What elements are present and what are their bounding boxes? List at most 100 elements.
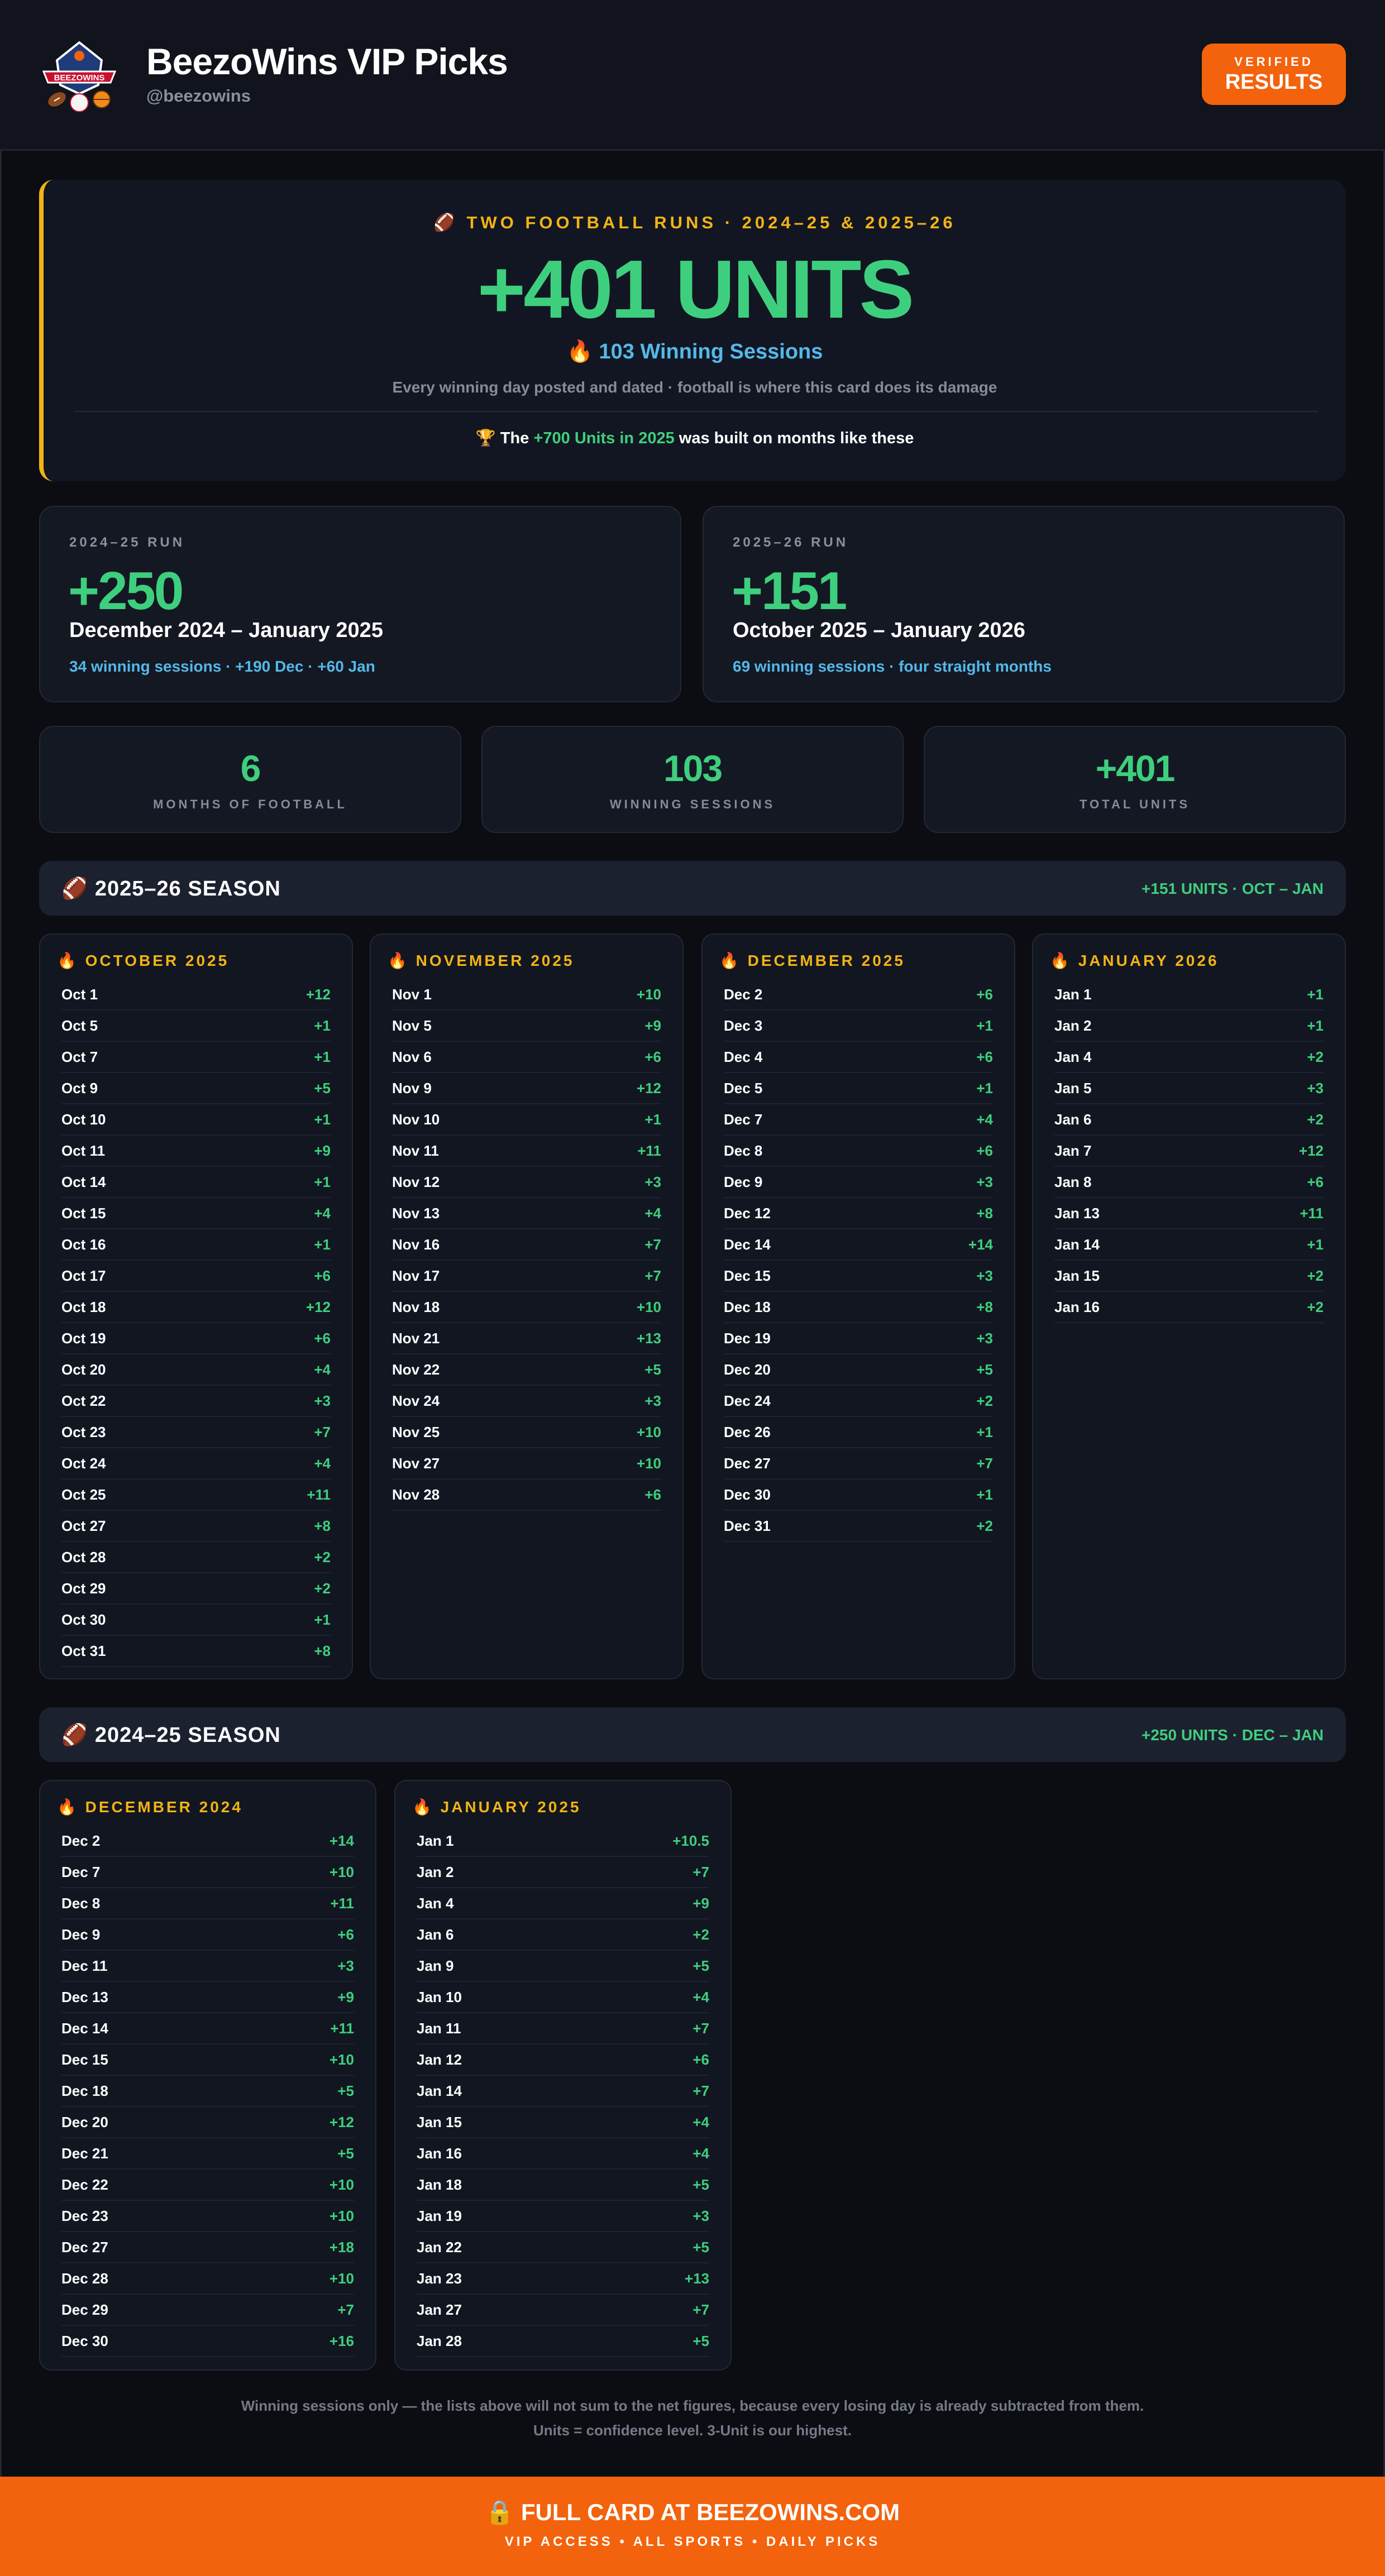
day-row: Jan 6 +2 — [417, 1919, 709, 1951]
day-list: Nov 1 +10 Nov 5 +9 Nov 6 +6 Nov 9 +12 Nov 10 +1 No… — [392, 979, 661, 1511]
day-units: +10 — [329, 2207, 354, 2224]
day-units: +5 — [692, 1957, 709, 1974]
hero-total-units: +401 UNITS — [477, 243, 914, 336]
month-title: 🔥 JANUARY 2026 — [1050, 952, 1219, 969]
day-date: Oct 10 — [61, 1110, 106, 1128]
day-row: Oct 31 +8 — [61, 1636, 331, 1667]
day-date: Dec 8 — [724, 1142, 763, 1159]
day-row: Nov 13 +4 — [392, 1198, 661, 1229]
day-date: Dec 28 — [61, 2269, 108, 2287]
day-units: +10 — [329, 2051, 354, 2068]
day-row: Dec 24 +2 — [724, 1386, 993, 1417]
month-title: 🔥 DECEMBER 2024 — [57, 1798, 243, 1816]
day-date: Oct 24 — [61, 1454, 106, 1472]
day-units: +4 — [644, 1204, 661, 1222]
day-units: +1 — [314, 1110, 331, 1128]
day-row: Jan 8 +6 — [1054, 1167, 1324, 1198]
day-row: Oct 28 +2 — [61, 1542, 331, 1573]
day-row: Jan 16 +4 — [417, 2138, 709, 2170]
day-date: Dec 27 — [724, 1454, 771, 1472]
day-units: +1 — [314, 1017, 331, 1034]
day-row: Oct 7 +1 — [61, 1042, 331, 1073]
day-row: Oct 11 +9 — [61, 1136, 331, 1167]
day-units: +1 — [976, 1017, 993, 1034]
day-date: Oct 7 — [61, 1048, 98, 1065]
day-date: Jan 9 — [417, 1957, 454, 1974]
disclaimer-note: Winning sessions only — the lists above … — [241, 2397, 1144, 2414]
day-date: Nov 1 — [392, 985, 432, 1003]
day-units: +11 — [1300, 1204, 1324, 1222]
day-row: Jan 9 +5 — [417, 1951, 709, 1982]
day-units: +4 — [692, 2144, 709, 2162]
day-units: +7 — [644, 1267, 661, 1284]
day-date: Jan 22 — [417, 2238, 462, 2256]
day-units: +6 — [337, 1926, 354, 1943]
day-list: Oct 1 +12 Oct 5 +1 Oct 7 +1 Oct 9 +5 Oct 10 +1 Oct… — [61, 979, 331, 1667]
day-units: +6 — [976, 985, 993, 1003]
day-row: Dec 7 +10 — [61, 1857, 354, 1888]
day-date: Nov 22 — [392, 1361, 440, 1378]
day-date: Dec 4 — [724, 1048, 763, 1065]
day-row: Nov 24 +3 — [392, 1386, 661, 1417]
day-date: Dec 29 — [61, 2301, 108, 2318]
day-date: Jan 28 — [417, 2332, 462, 2349]
day-date: Jan 16 — [417, 2144, 462, 2162]
day-row: Dec 28 +10 — [61, 2263, 354, 2295]
month-card-november-2025: 🔥 NOVEMBER 2025 Nov 1 +10 Nov 5 +9 Nov 6 +6 No… — [370, 933, 684, 1679]
day-date: Oct 20 — [61, 1361, 106, 1378]
day-date: Dec 7 — [724, 1110, 763, 1128]
day-date: Dec 9 — [61, 1926, 101, 1943]
run-units: +151 — [732, 561, 847, 621]
day-units: +1 — [644, 1110, 661, 1128]
day-row: Jan 23 +13 — [417, 2263, 709, 2295]
day-units: +12 — [329, 2113, 354, 2130]
day-units: +1 — [314, 1048, 331, 1065]
day-date: Oct 15 — [61, 1204, 106, 1222]
day-row: Oct 14 +1 — [61, 1167, 331, 1198]
day-units: +2 — [1307, 1048, 1324, 1065]
day-date: Oct 25 — [61, 1486, 106, 1503]
day-row: Jan 7 +12 — [1054, 1136, 1324, 1167]
day-units: +14 — [968, 1236, 993, 1253]
day-units: +18 — [329, 2238, 354, 2256]
footer-cta-banner[interactable]: 🔒 FULL CARD AT BEEZOWINS.COM VIP ACCESS … — [0, 2477, 1385, 2576]
run-card-2025-26: 2025–26 RUN +151 October 2025 – January … — [703, 506, 1345, 702]
stat-value: +401 — [1095, 748, 1176, 789]
day-row: Oct 1 +12 — [61, 979, 331, 1011]
day-row: Nov 6 +6 — [392, 1042, 661, 1073]
day-date: Jan 14 — [1054, 1236, 1100, 1253]
day-units: +12 — [305, 985, 331, 1003]
day-units: +3 — [314, 1392, 331, 1409]
footer-cta-link[interactable]: 🔒 FULL CARD AT BEEZOWINS.COM — [0, 2499, 1385, 2526]
day-row: Nov 21 +13 — [392, 1323, 661, 1354]
day-date: Jan 23 — [417, 2269, 462, 2287]
day-row: Oct 24 +4 — [61, 1448, 331, 1479]
day-date: Jan 7 — [1054, 1142, 1092, 1159]
stat-sessions: 103 WINNING SESSIONS — [481, 726, 904, 833]
day-row: Dec 20 +5 — [724, 1354, 993, 1386]
day-row: Oct 25 +11 — [61, 1479, 331, 1511]
day-units: +8 — [976, 1204, 993, 1222]
verified-results-badge[interactable]: VERIFIED RESULTS — [1202, 44, 1346, 105]
day-row: Oct 18 +12 — [61, 1292, 331, 1323]
day-row: Jan 19 +3 — [417, 2201, 709, 2232]
day-date: Dec 20 — [724, 1361, 771, 1378]
day-row: Nov 11 +11 — [392, 1136, 661, 1167]
day-date: Nov 25 — [392, 1423, 440, 1440]
day-row: Nov 9 +12 — [392, 1073, 661, 1104]
month-card-january-2025: 🔥 JANUARY 2025 Jan 1 +10.5 Jan 2 +7 Jan 4 +9 J… — [394, 1780, 732, 2371]
day-units: +11 — [330, 1894, 354, 1912]
day-date: Oct 27 — [61, 1517, 106, 1534]
season-title: 🏈 2025–26 SEASON — [61, 877, 281, 901]
logo-text: BEEZOWINS — [54, 73, 105, 83]
stat-label: TOTAL UNITS — [1080, 797, 1190, 811]
day-row: Jan 2 +1 — [1054, 1011, 1324, 1042]
day-date: Nov 5 — [392, 1017, 432, 1034]
day-row: Jan 27 +7 — [417, 2295, 709, 2326]
day-row: Jan 4 +2 — [1054, 1042, 1324, 1073]
day-units: +2 — [314, 1579, 331, 1597]
day-row: Jan 14 +7 — [417, 2076, 709, 2107]
day-row: Jan 13 +11 — [1054, 1198, 1324, 1229]
day-row: Oct 22 +3 — [61, 1386, 331, 1417]
day-units: +12 — [1298, 1142, 1324, 1159]
